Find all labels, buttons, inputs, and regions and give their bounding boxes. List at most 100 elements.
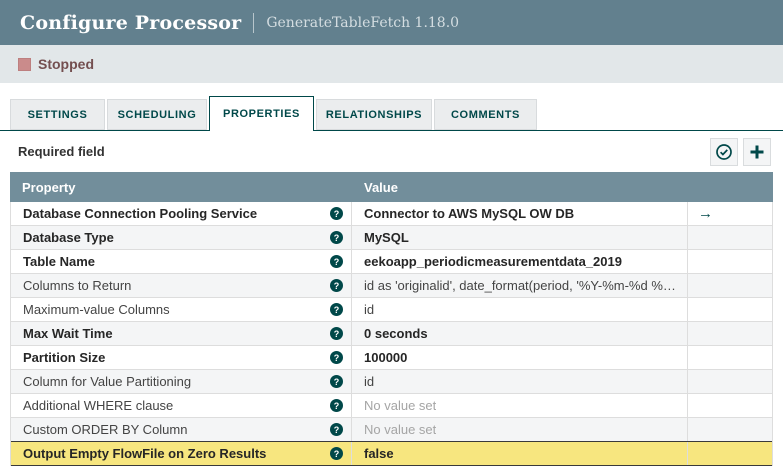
table-row[interactable]: Table Name ? eekoapp_periodicmeasurement…	[11, 250, 772, 274]
table-row[interactable]: Additional WHERE clause ? No value set	[11, 394, 772, 418]
column-header-value: Value	[364, 179, 398, 195]
table-row[interactable]: Custom ORDER BY Column ? No value set	[11, 418, 772, 442]
property-value: 0 seconds	[364, 326, 428, 341]
property-name: Database Connection Pooling Service	[23, 206, 258, 221]
help-icon[interactable]: ?	[330, 231, 343, 244]
property-value: MySQL	[364, 230, 409, 245]
value-cell[interactable]: id	[352, 298, 688, 321]
help-icon[interactable]: ?	[330, 255, 343, 268]
tab-settings[interactable]: SETTINGS	[10, 99, 105, 130]
verify-properties-button[interactable]	[710, 137, 738, 166]
add-property-icon	[749, 144, 765, 160]
property-name: Custom ORDER BY Column	[23, 422, 188, 437]
tab-gap	[0, 83, 783, 97]
help-icon[interactable]: ?	[330, 399, 343, 412]
help-icon[interactable]: ?	[330, 447, 343, 460]
help-icon[interactable]: ?	[330, 279, 343, 292]
actions-cell	[688, 298, 772, 321]
property-value: id as 'originalid', date_format(period, …	[364, 278, 679, 293]
actions-cell	[688, 442, 772, 465]
property-cell: Output Empty FlowFile on Zero Results ?	[11, 442, 352, 465]
go-to-service-icon[interactable]: →	[698, 206, 713, 221]
status-bar: Stopped	[0, 45, 783, 83]
table-row[interactable]: Database Type ? MySQL	[11, 226, 772, 250]
help-icon[interactable]: ?	[330, 207, 343, 220]
actions-cell	[688, 418, 772, 441]
tab-strip: SETTINGS SCHEDULING PROPERTIES RELATIONS…	[0, 96, 783, 131]
table-body: Database Connection Pooling Service ? Co…	[10, 202, 773, 466]
configure-processor-dialog: Configure Processor GenerateTableFetch 1…	[0, 0, 783, 473]
value-cell[interactable]: 0 seconds	[352, 322, 688, 345]
actions-cell	[688, 322, 772, 345]
tab-label: COMMENTS	[451, 108, 520, 121]
property-cell: Partition Size ?	[11, 346, 352, 369]
property-name: Column for Value Partitioning	[23, 374, 192, 389]
help-icon[interactable]: ?	[330, 327, 343, 340]
table-row[interactable]: Database Connection Pooling Service ? Co…	[11, 202, 772, 226]
tab-label: RELATIONSHIPS	[325, 108, 423, 121]
value-cell[interactable]: Connector to AWS MySQL OW DB	[352, 202, 688, 225]
property-value: id	[364, 374, 375, 389]
table-row[interactable]: Max Wait Time ? 0 seconds	[11, 322, 772, 346]
table-row[interactable]: Columns to Return ? id as 'originalid', …	[11, 274, 772, 298]
value-cell[interactable]: eekoapp_periodicmeasurementdata_2019	[352, 250, 688, 273]
property-value: id	[364, 302, 375, 317]
property-value: Connector to AWS MySQL OW DB	[364, 206, 575, 221]
actions-cell	[688, 346, 772, 369]
value-cell[interactable]: No value set	[352, 394, 688, 417]
property-value: eekoapp_periodicmeasurementdata_2019	[364, 254, 622, 269]
actions-cell	[688, 250, 772, 273]
property-cell: Additional WHERE clause ?	[11, 394, 352, 417]
tab-scheduling[interactable]: SCHEDULING	[107, 99, 207, 130]
add-property-button[interactable]	[743, 137, 771, 166]
property-value: 100000	[364, 350, 408, 365]
table-row[interactable]: Output Empty FlowFile on Zero Results ? …	[11, 441, 772, 466]
property-name: Output Empty FlowFile on Zero Results	[23, 446, 267, 461]
property-value: false	[364, 446, 394, 461]
property-cell: Database Connection Pooling Service ?	[11, 202, 352, 225]
dialog-header: Configure Processor GenerateTableFetch 1…	[0, 0, 783, 45]
value-cell[interactable]: 100000	[352, 346, 688, 369]
property-cell: Custom ORDER BY Column ?	[11, 418, 352, 441]
tab-relationships[interactable]: RELATIONSHIPS	[316, 99, 432, 130]
help-icon[interactable]: ?	[330, 351, 343, 364]
column-header-property: Property	[22, 179, 76, 195]
actions-cell	[688, 226, 772, 249]
property-name: Additional WHERE clause	[23, 398, 174, 413]
value-cell[interactable]: MySQL	[352, 226, 688, 249]
property-cell: Maximum-value Columns ?	[11, 298, 352, 321]
stopped-state-icon	[18, 57, 31, 71]
property-name: Partition Size	[23, 350, 106, 365]
processor-name-version: GenerateTableFetch 1.18.0	[266, 14, 460, 31]
properties-table: Property Value Database Connection Pooli…	[10, 172, 773, 466]
property-cell: Column for Value Partitioning ?	[11, 370, 352, 393]
status-label: Stopped	[38, 56, 94, 72]
property-value: No value set	[364, 422, 437, 437]
tab-comments[interactable]: COMMENTS	[434, 99, 537, 130]
properties-toolbar: Required field	[0, 131, 783, 172]
property-name: Max Wait Time	[23, 326, 113, 341]
actions-cell	[688, 394, 772, 417]
property-name: Database Type	[23, 230, 114, 245]
property-cell: Database Type ?	[11, 226, 352, 249]
dialog-title: Configure Processor	[20, 11, 242, 34]
value-cell[interactable]: id	[352, 370, 688, 393]
property-cell: Columns to Return ?	[11, 274, 352, 297]
property-value: No value set	[364, 398, 437, 413]
verify-properties-icon	[715, 143, 733, 161]
help-icon[interactable]: ?	[330, 303, 343, 316]
actions-cell	[688, 370, 772, 393]
value-cell[interactable]: false	[352, 442, 688, 465]
property-cell: Max Wait Time ?	[11, 322, 352, 345]
value-cell[interactable]: No value set	[352, 418, 688, 441]
property-name: Table Name	[23, 254, 96, 269]
help-icon[interactable]: ?	[330, 423, 343, 436]
table-row[interactable]: Maximum-value Columns ? id	[11, 298, 772, 322]
help-icon[interactable]: ?	[330, 375, 343, 388]
table-row[interactable]: Column for Value Partitioning ? id	[11, 370, 772, 394]
table-row[interactable]: Partition Size ? 100000	[11, 346, 772, 370]
value-cell[interactable]: id as 'originalid', date_format(period, …	[352, 274, 688, 297]
required-field-label: Required field	[18, 144, 105, 159]
actions-cell	[688, 274, 772, 297]
tab-properties[interactable]: PROPERTIES	[209, 96, 314, 131]
